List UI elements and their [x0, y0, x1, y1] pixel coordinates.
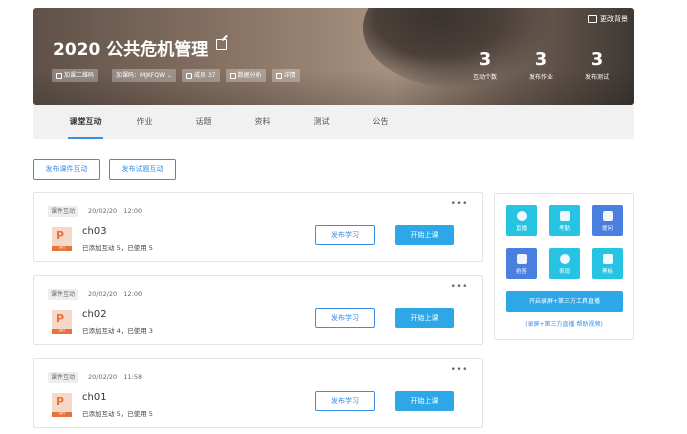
courseware-card: 课件互动 20/02/20 11:58 ••• P PPT ch01 已添加互动…	[33, 358, 483, 428]
stat-number: 3	[590, 49, 604, 70]
card-datetime: 20/02/20 12:00	[88, 289, 142, 300]
edit-icon[interactable]	[216, 39, 227, 50]
members-chip[interactable]: 成员 37	[182, 69, 220, 82]
person-icon	[186, 72, 193, 79]
details-icon	[275, 72, 282, 79]
card-datetime: 20/02/20 12:00	[88, 206, 142, 217]
tool-attendance[interactable]: 考勤	[549, 205, 580, 236]
card-time: 11:58	[123, 373, 143, 381]
qr-code-icon	[56, 72, 62, 79]
interaction-info: 已添加互动 5，已使用 5	[82, 244, 153, 252]
tool-question[interactable]: 提问	[592, 205, 623, 236]
classroom-tools-panel: 直播 考勤 提问 抢答 表现 黑板 开启录屏+第三方工具直播 (录屏+第三方直播…	[494, 193, 634, 340]
interaction-info: 已添加互动 5，已使用 5	[82, 410, 153, 418]
course-code-chip[interactable]: 加课码：MJKFQW ⌄	[112, 69, 177, 82]
tool-blackboard[interactable]: 黑板	[592, 248, 623, 279]
courseware-name[interactable]: ch02	[82, 309, 107, 320]
tool-label: 提问	[601, 226, 613, 232]
tool-label: 黑板	[601, 269, 613, 275]
card-time: 12:00	[123, 290, 143, 298]
stat-label: 互动个数	[472, 74, 497, 81]
card-date: 20/02/20	[88, 290, 118, 298]
publish-quiz-button[interactable]: 发布试题互动	[109, 159, 176, 180]
courseware-name[interactable]: ch01	[82, 392, 107, 403]
blackboard-icon	[602, 254, 613, 264]
publish-study-button[interactable]: 发布学习	[315, 391, 375, 411]
course-title: 2020 公共危机管理	[53, 40, 209, 60]
courseware-name[interactable]: ch03	[82, 226, 107, 237]
tab-materials[interactable]: 资料	[233, 105, 292, 139]
tool-quick-answer[interactable]: 抢答	[506, 248, 537, 279]
tool-live[interactable]: 直播	[506, 205, 537, 236]
members-label: 成员 37	[194, 72, 216, 79]
start-class-button[interactable]: 开始上课	[395, 391, 454, 411]
publish-study-button[interactable]: 发布学习	[315, 225, 375, 245]
banner-chip-row: 加课二维码 加课码：MJKFQW ⌄ 成员 37 数据分析 详情	[52, 69, 300, 82]
interaction-info: 已添加互动 4，已使用 3	[82, 327, 153, 335]
more-options-icon[interactable]: •••	[451, 365, 468, 375]
performance-icon	[559, 254, 570, 264]
help-video-link[interactable]: (录屏+第三方直播 帮助视频)	[495, 319, 633, 328]
stat-number: 3	[478, 49, 492, 70]
more-options-icon[interactable]: •••	[451, 282, 468, 292]
analytics-chip[interactable]: 数据分析	[225, 69, 266, 82]
more-options-icon[interactable]: •••	[451, 199, 468, 209]
stat-interactions[interactable]: 3 互动个数	[466, 49, 504, 82]
stat-tests[interactable]: 3 发布测试	[578, 49, 616, 82]
course-banner: 2020 公共危机管理 更改背景 加课二维码 加课码：MJKFQW ⌄ 成员 3…	[33, 8, 634, 105]
type-tag: 课件互动	[48, 372, 79, 383]
publish-study-button[interactable]: 发布学习	[315, 308, 375, 328]
analytics-label: 数据分析	[237, 72, 262, 79]
card-date: 20/02/20	[88, 373, 118, 381]
tool-label: 考勤	[558, 226, 570, 232]
course-code-label: 加课码：MJKFQW	[116, 72, 166, 79]
tab-homework[interactable]: 作业	[115, 105, 174, 139]
stat-label: 发布作业	[528, 74, 553, 81]
quick-answer-icon	[516, 254, 527, 264]
chart-icon	[229, 72, 236, 79]
card-time: 12:00	[123, 207, 143, 215]
ppt-file-icon: P PPT	[52, 393, 72, 417]
change-background-label: 更改背景	[600, 15, 628, 23]
question-icon	[602, 211, 613, 221]
publish-courseware-button[interactable]: 发布课件互动	[33, 159, 100, 180]
tool-label: 直播	[515, 226, 527, 232]
stat-label: 发布测试	[584, 74, 609, 81]
live-icon	[516, 211, 527, 221]
qr-code-label: 加课二维码	[64, 72, 95, 79]
type-tag: 课件互动	[48, 206, 79, 217]
page: 2020 公共危机管理 更改背景 加课二维码 加课码：MJKFQW ⌄ 成员 3…	[0, 0, 687, 434]
tab-tests[interactable]: 测试	[292, 105, 351, 139]
details-label: 详情	[283, 72, 296, 79]
tool-label: 表现	[558, 269, 570, 275]
qr-code-chip[interactable]: 加课二维码	[52, 69, 99, 82]
courseware-card: 课件互动 20/02/20 12:00 ••• P PPT ch02 已添加互动…	[33, 275, 483, 345]
course-stats: 3 互动个数 3 发布作业 3 发布测试	[466, 49, 616, 82]
tab-topics[interactable]: 话题	[174, 105, 233, 139]
card-date: 20/02/20	[88, 207, 118, 215]
tool-performance[interactable]: 表现	[549, 248, 580, 279]
change-background-button[interactable]: 更改背景	[588, 14, 628, 24]
details-chip[interactable]: 详情	[271, 69, 300, 82]
open-screen-recording-live-button[interactable]: 开启录屏+第三方工具直播	[506, 291, 623, 312]
attendance-icon	[559, 211, 570, 221]
tool-label: 抢答	[515, 269, 527, 275]
tab-classroom-interaction[interactable]: 课堂互动	[56, 105, 115, 139]
tab-announcements[interactable]: 公告	[351, 105, 410, 139]
card-datetime: 20/02/20 11:58	[88, 372, 142, 383]
ppt-file-icon: P PPT	[52, 310, 72, 334]
stat-homework[interactable]: 3 发布作业	[522, 49, 560, 82]
course-tabs: 课堂互动 作业 话题 资料 测试 公告	[33, 105, 634, 139]
start-class-button[interactable]: 开始上课	[395, 225, 454, 245]
type-tag: 课件互动	[48, 289, 79, 300]
ppt-file-icon: P PPT	[52, 227, 72, 251]
stat-number: 3	[534, 49, 548, 70]
start-class-button[interactable]: 开始上课	[395, 308, 454, 328]
courseware-card: 课件互动 20/02/20 12:00 ••• P PPT ch03 已添加互动…	[33, 192, 483, 262]
shirt-icon	[588, 15, 597, 23]
chevron-down-icon: ⌄	[167, 72, 173, 79]
